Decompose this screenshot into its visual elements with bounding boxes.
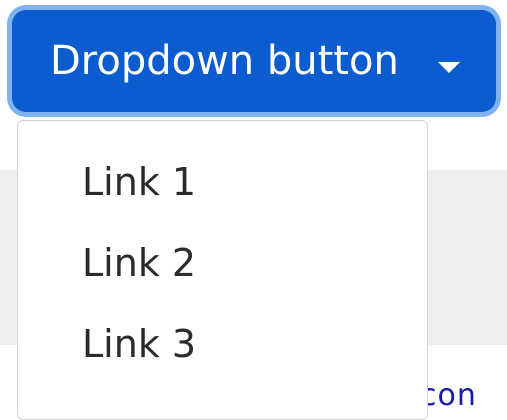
dropdown-menu: Link 1 Link 2 Link 3 (17, 120, 428, 420)
dropdown-button-label: Dropdown button (50, 38, 399, 84)
page-link-text[interactable]: con (420, 378, 477, 413)
dropdown-item-link-1[interactable]: Link 1 (18, 151, 427, 232)
dropdown-item-link-2[interactable]: Link 2 (18, 232, 427, 313)
dropdown-item-link-3[interactable]: Link 3 (18, 313, 427, 394)
caret-down-icon (438, 62, 460, 73)
dropdown-button[interactable]: Dropdown button (12, 10, 496, 112)
